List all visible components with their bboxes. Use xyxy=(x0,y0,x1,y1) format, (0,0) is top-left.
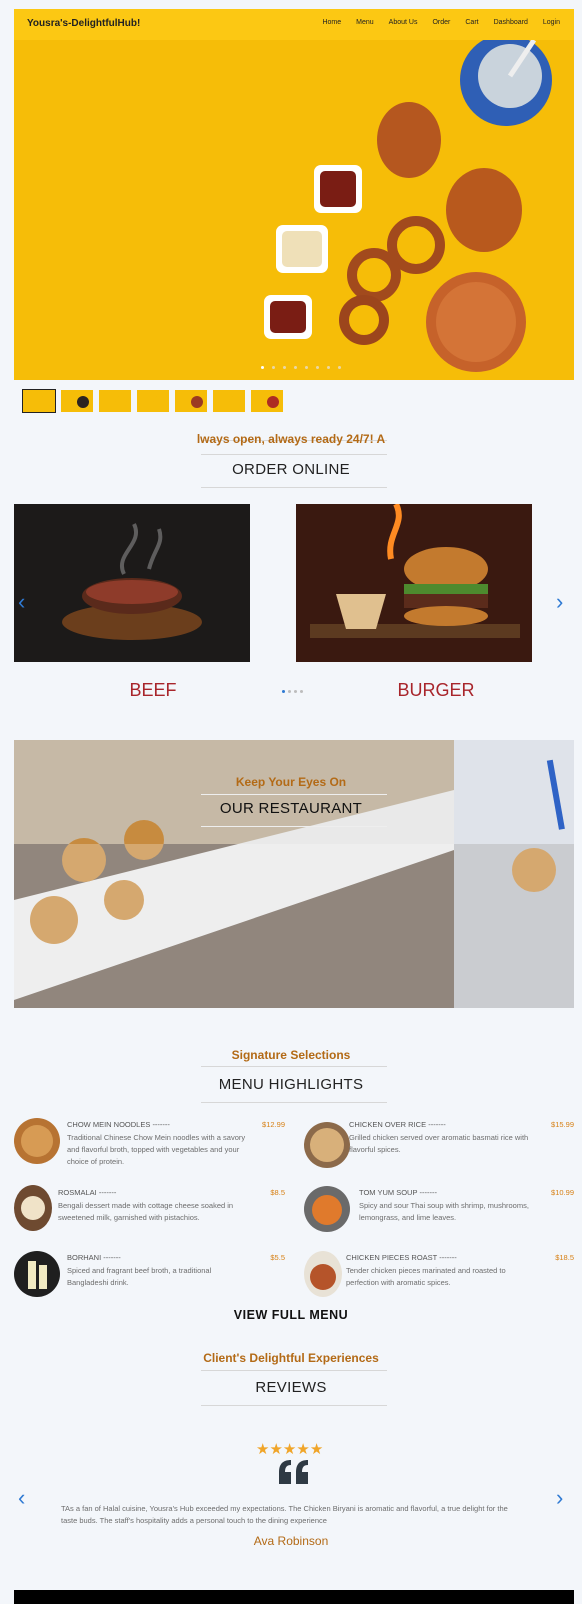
slide-indicator[interactable] xyxy=(294,366,297,369)
review-quote: TAs a fan of Halal cuisine, Yousra's Hub… xyxy=(61,1504,508,1525)
menu-item-image xyxy=(14,1185,52,1231)
nav-dashboard[interactable]: Dashboard xyxy=(494,19,528,26)
category-label[interactable]: BEEF xyxy=(35,680,271,701)
review-author: Ava Robinson xyxy=(253,1534,329,1548)
pager-dot[interactable] xyxy=(300,690,303,693)
footer-bar xyxy=(14,1590,574,1604)
slide-indicator[interactable] xyxy=(338,366,341,369)
menu-item-image xyxy=(304,1122,350,1168)
menu-item-price: $15.99 xyxy=(551,1120,574,1129)
menu-title: MENU HIGHLIGHTS xyxy=(218,1076,364,1093)
divider xyxy=(201,826,387,827)
hero-thumbnail[interactable] xyxy=(251,390,283,412)
menu-item-price: $12.99 xyxy=(262,1120,285,1129)
menu-item-price: $8.5 xyxy=(270,1188,285,1197)
hero-slide-image xyxy=(14,40,574,380)
hero-thumbnails xyxy=(22,389,289,413)
divider xyxy=(201,1370,387,1371)
nav-home[interactable]: Home xyxy=(322,19,341,26)
menu-item-name: TOM YUM SOUP ------- xyxy=(359,1188,437,1197)
chevron-left-icon[interactable]: ‹ xyxy=(18,1485,25,1511)
divider xyxy=(201,454,387,455)
pager-dot[interactable] xyxy=(288,690,291,693)
rating-stars: ★ ★ ★ ★ ★ xyxy=(256,1440,323,1458)
chevron-left-icon[interactable]: ‹ xyxy=(18,589,25,615)
nav-order[interactable]: Order xyxy=(432,19,450,26)
menu-item-description: Spicy and sour Thai soup with shrimp, mu… xyxy=(359,1201,529,1222)
menu-item-price: $18.5 xyxy=(555,1253,574,1262)
menu-item-description: Traditional Chinese Chow Mein noodles wi… xyxy=(67,1133,246,1166)
star-icon: ★ xyxy=(282,1441,297,1458)
divider xyxy=(201,1405,387,1406)
beef-category-image[interactable] xyxy=(14,504,250,662)
menu-item-image xyxy=(14,1118,60,1164)
star-icon: ★ xyxy=(309,1441,324,1458)
hero-thumbnail[interactable] xyxy=(137,390,169,412)
slide-indicator[interactable] xyxy=(283,366,286,369)
menu-item-image xyxy=(14,1251,60,1297)
divider xyxy=(201,1102,387,1103)
nav-about[interactable]: About Us xyxy=(389,19,418,26)
brand-logo[interactable]: Yousra's-DelightfulHub! xyxy=(27,18,140,29)
menu-item-image xyxy=(304,1251,342,1297)
pager-dot[interactable] xyxy=(282,690,285,693)
divider xyxy=(201,1066,387,1067)
order-online-title: ORDER ONLINE xyxy=(232,461,350,478)
star-icon: ★ xyxy=(269,1441,283,1458)
nav-login[interactable]: Login xyxy=(543,19,560,26)
slide-indicator[interactable] xyxy=(305,366,308,369)
slide-indicator[interactable] xyxy=(261,366,264,369)
hero-slide-indicators xyxy=(261,366,349,369)
quote-icon xyxy=(279,1460,309,1489)
nav-cart[interactable]: Cart xyxy=(465,19,478,26)
pager-dot[interactable] xyxy=(294,690,297,693)
hero-thumbnail[interactable] xyxy=(22,389,56,413)
menu-item-description: Bengali dessert made with cottage cheese… xyxy=(58,1201,234,1222)
hero-thumbnail[interactable] xyxy=(213,390,245,412)
navbar: Yousra's-DelightfulHub! Home Menu About … xyxy=(14,9,574,40)
menu-item-price: $5.5 xyxy=(270,1253,285,1262)
burger-category-image[interactable] xyxy=(296,504,532,662)
restaurant-title: OUR RESTAURANT xyxy=(219,800,363,817)
menu-kicker: Signature Selections xyxy=(231,1048,351,1062)
menu-item-image xyxy=(304,1186,350,1232)
slide-indicator[interactable] xyxy=(316,366,319,369)
category-pager-dots xyxy=(282,690,306,693)
menu-item-description: Tender chicken pieces marinated and roas… xyxy=(346,1266,506,1287)
nav-menu[interactable]: Menu xyxy=(356,19,374,26)
slide-indicator[interactable] xyxy=(272,366,275,369)
hero-thumbnail[interactable] xyxy=(175,390,207,412)
menu-item-name: ROSMALAI ------- xyxy=(58,1188,117,1197)
category-label[interactable]: BURGER xyxy=(318,680,554,701)
hero-thumbnail[interactable] xyxy=(61,390,93,412)
menu-item-name: CHOW MEIN NOODLES ------- xyxy=(67,1120,170,1129)
divider xyxy=(201,794,387,795)
menu-item-price: $10.99 xyxy=(551,1188,574,1197)
marquee-text: lways open, always ready 24/7! A xyxy=(196,432,386,446)
menu-item-name: CHICKEN OVER RICE ------- xyxy=(349,1120,446,1129)
reviews-kicker: Client's Delightful Experiences xyxy=(203,1351,379,1365)
star-icon: ★ xyxy=(296,1441,310,1458)
menu-item-name: BORHANI ------- xyxy=(67,1253,121,1262)
view-full-menu-button[interactable]: VIEW FULL MENU xyxy=(0,1308,582,1322)
chevron-right-icon[interactable]: › xyxy=(556,589,563,615)
reviews-title: REVIEWS xyxy=(255,1379,327,1396)
nav-links: Home Menu About Us Order Cart Dashboard … xyxy=(307,19,560,26)
restaurant-kicker: Keep Your Eyes On xyxy=(235,775,347,789)
menu-item-description: Grilled chicken served over aromatic bas… xyxy=(349,1133,529,1154)
hero-thumbnail[interactable] xyxy=(99,390,131,412)
divider xyxy=(201,487,387,488)
chevron-right-icon[interactable]: › xyxy=(556,1485,563,1511)
slide-indicator[interactable] xyxy=(327,366,330,369)
star-icon: ★ xyxy=(256,1441,270,1458)
menu-item-description: Spiced and fragrant beef broth, a tradit… xyxy=(67,1266,212,1287)
menu-item-name: CHICKEN PIECES ROAST ------- xyxy=(346,1253,457,1262)
